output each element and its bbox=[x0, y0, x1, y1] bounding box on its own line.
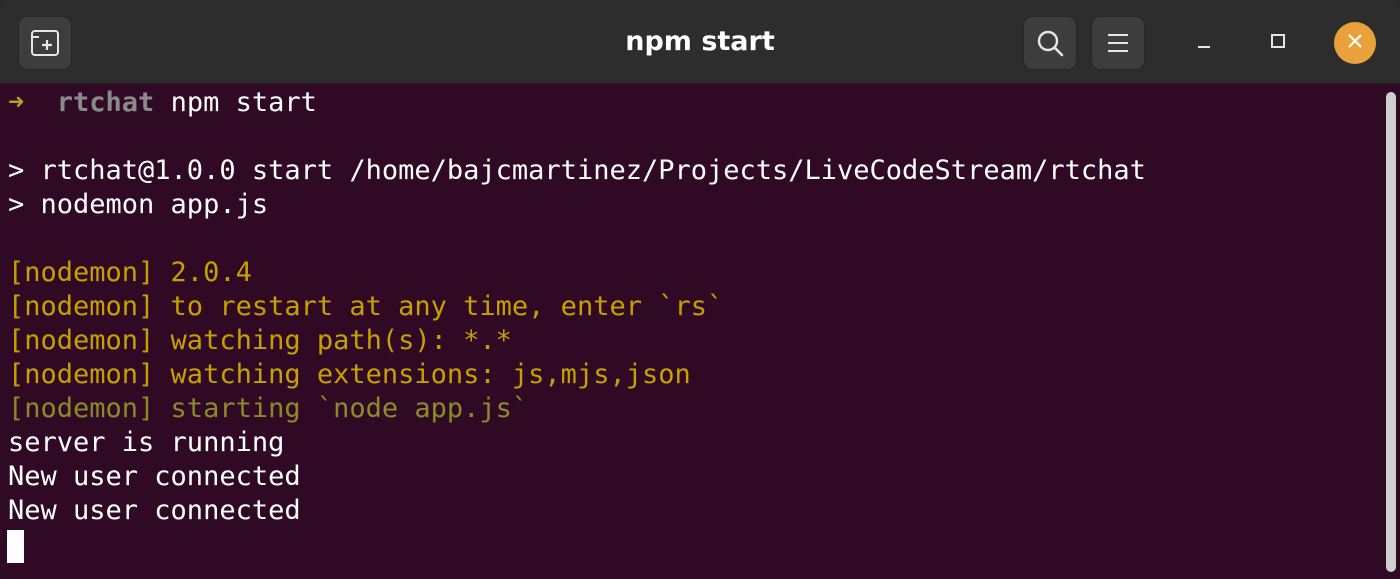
nodemon-line: [nodemon] watching path(s): *.* bbox=[8, 325, 512, 356]
menu-button[interactable] bbox=[1091, 16, 1145, 70]
output-line: > rtchat@1.0.0 start /home/bajcmartinez/… bbox=[8, 155, 1146, 186]
search-icon bbox=[1036, 29, 1064, 57]
prompt-directory: rtchat bbox=[56, 87, 155, 118]
output-line: server is running bbox=[8, 427, 285, 458]
window-title: npm start bbox=[625, 26, 775, 57]
close-button[interactable] bbox=[1334, 22, 1376, 64]
new-tab-icon bbox=[31, 30, 59, 56]
close-icon bbox=[1346, 32, 1364, 55]
maximize-icon bbox=[1270, 33, 1286, 54]
maximize-button[interactable] bbox=[1257, 22, 1299, 64]
search-button[interactable] bbox=[1023, 16, 1077, 70]
output-line: New user connected bbox=[8, 461, 301, 492]
scrollbar[interactable] bbox=[1386, 92, 1396, 572]
new-tab-button[interactable] bbox=[18, 16, 72, 70]
text-cursor bbox=[7, 530, 24, 563]
minimize-button[interactable] bbox=[1183, 22, 1225, 64]
terminal-output[interactable]: ➜ rtchat npm start > rtchat@1.0.0 start … bbox=[0, 84, 1400, 579]
nodemon-line: [nodemon] 2.0.4 bbox=[8, 257, 252, 288]
prompt-arrow: ➜ bbox=[8, 87, 25, 118]
terminal-window: npm start ➜ rtchat npm start > rtchat@1.… bbox=[0, 0, 1400, 579]
output-line: > nodemon app.js bbox=[8, 189, 269, 220]
prompt-command: npm start bbox=[170, 87, 317, 118]
minimize-icon bbox=[1196, 33, 1212, 54]
header-bar: npm start bbox=[0, 0, 1400, 84]
nodemon-line: [nodemon] to restart at any time, enter … bbox=[8, 291, 724, 322]
nodemon-line: [nodemon] starting `node app.js` bbox=[8, 393, 529, 424]
nodemon-line: [nodemon] watching extensions: js,mjs,js… bbox=[8, 359, 691, 390]
hamburger-menu-icon bbox=[1106, 32, 1130, 54]
prompt-line: ➜ rtchat npm start bbox=[8, 86, 317, 120]
output-line: New user connected bbox=[8, 495, 301, 526]
